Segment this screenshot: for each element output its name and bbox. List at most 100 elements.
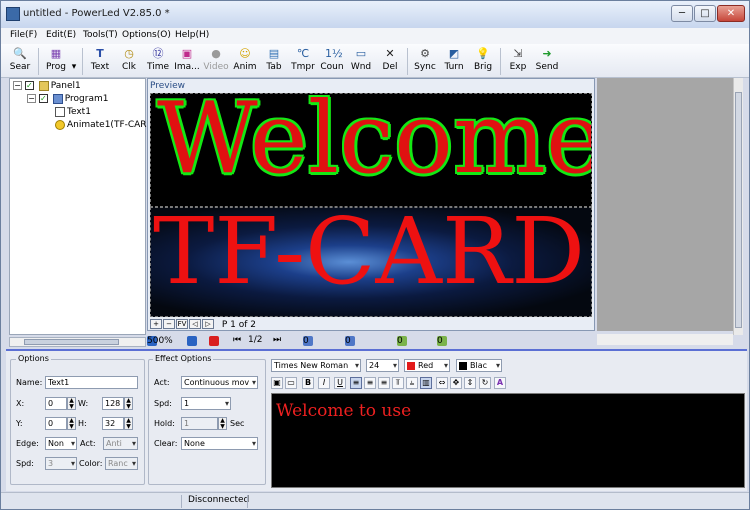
- menu-tools[interactable]: Tools(T): [83, 30, 118, 40]
- open-folder-icon[interactable]: ▭: [285, 377, 297, 389]
- collapse-icon[interactable]: −: [13, 81, 22, 90]
- zoom-out-button[interactable]: −: [163, 319, 175, 329]
- window-button[interactable]: ▭ Wnd: [346, 46, 376, 76]
- temperature-button[interactable]: ℃ Tmpr: [288, 46, 318, 76]
- hold-stepper[interactable]: ▲ ▼: [218, 417, 227, 430]
- clear-select[interactable]: None: [181, 437, 258, 450]
- h-stepper[interactable]: ▲ ▼: [124, 417, 133, 430]
- font-color-icon[interactable]: A: [494, 377, 506, 389]
- search-button[interactable]: 🔍 Sear: [5, 46, 35, 76]
- clock-button[interactable]: ◷ Clk: [114, 46, 144, 76]
- effect-action-select[interactable]: Continuous mov: [181, 376, 258, 389]
- align-right-icon[interactable]: ≡: [378, 377, 390, 389]
- text-display-area[interactable]: Welcome t: [150, 93, 592, 207]
- image-button[interactable]: ▣ Ima...: [172, 46, 202, 76]
- preview-vertical-scrollbar[interactable]: [733, 78, 743, 335]
- w-field[interactable]: 128: [102, 397, 124, 410]
- underline-button[interactable]: U: [334, 377, 346, 389]
- h-field[interactable]: 32: [102, 417, 124, 430]
- close-button[interactable]: ✕: [717, 5, 745, 22]
- save-icon[interactable]: ▣: [271, 377, 283, 389]
- menu-help[interactable]: Help(H): [175, 30, 209, 40]
- height-icon[interactable]: ⇕: [464, 377, 476, 389]
- bold-button[interactable]: B: [302, 377, 314, 389]
- time-button[interactable]: ⑫ Time: [143, 46, 173, 76]
- align-center-icon[interactable]: ≡: [364, 377, 376, 389]
- clear-label: Clear:: [154, 439, 178, 448]
- export-button[interactable]: ⇲ Exp: [503, 46, 533, 76]
- background-color-select[interactable]: Blac: [456, 359, 502, 372]
- font-size-select[interactable]: 24: [366, 359, 399, 372]
- valign-top-icon[interactable]: ⫪: [392, 377, 404, 389]
- stop-icon[interactable]: [209, 336, 219, 346]
- tree-node-animate[interactable]: Animate1(TF-CARD: [53, 119, 154, 132]
- last-page-icon[interactable]: ⏭: [273, 335, 281, 345]
- title-bar[interactable]: untitled - PowerLed V2.85.0 * ─ □ ✕: [1, 1, 749, 28]
- sync-button[interactable]: ⚙ Sync: [410, 46, 440, 76]
- time-icon: ⑫: [152, 47, 164, 60]
- tree-node-panel[interactable]: − ✓ Panel1: [13, 80, 81, 93]
- y-stepper[interactable]: ▲ ▼: [67, 417, 76, 430]
- send-button[interactable]: ➜ Send: [532, 46, 562, 76]
- minimize-button[interactable]: ─: [671, 5, 693, 22]
- sync-icon: ⚙: [420, 47, 430, 60]
- w-stepper[interactable]: ▲ ▼: [124, 397, 133, 410]
- menu-options[interactable]: Options(O): [122, 30, 171, 40]
- animation-display-area[interactable]: TF-CARD: [150, 207, 592, 317]
- fit-view-button[interactable]: FV: [176, 319, 188, 329]
- name-field[interactable]: Text1: [45, 376, 138, 389]
- effect-speed-select[interactable]: 1: [181, 397, 231, 410]
- table-button[interactable]: ▤ Tab: [259, 46, 289, 76]
- tree-node-text[interactable]: Text1: [53, 106, 91, 119]
- edge-speed-select[interactable]: 3: [45, 457, 77, 470]
- delete-button[interactable]: ✕ Del: [375, 46, 405, 76]
- font-family-select[interactable]: Times New Roman: [271, 359, 361, 372]
- program-button[interactable]: ▦ Prog: [41, 46, 71, 76]
- counter-button[interactable]: 1½ Coun: [317, 46, 347, 76]
- animation-button[interactable]: ☺ Anim: [230, 46, 260, 76]
- program-checkbox[interactable]: ✓: [38, 94, 48, 103]
- name-label: Name:: [16, 378, 43, 387]
- edge-color-select[interactable]: Ranc: [105, 457, 138, 470]
- maximize-button[interactable]: □: [694, 5, 716, 22]
- program-dropdown[interactable]: ▾: [69, 46, 79, 76]
- scrollbar-thumb[interactable]: [735, 92, 742, 328]
- hold-field[interactable]: 1: [181, 417, 218, 430]
- text-editor[interactable]: Welcome to use: [271, 393, 745, 488]
- x-stepper[interactable]: ▲ ▼: [67, 397, 76, 410]
- turn-icon: ◩: [448, 47, 460, 60]
- black-swatch-icon: [459, 362, 467, 370]
- first-page-icon[interactable]: ⏮: [233, 335, 241, 345]
- toolbar-separator: [82, 48, 83, 75]
- search-icon: 🔍: [13, 47, 27, 60]
- zoom-out-icon[interactable]: [187, 336, 197, 346]
- rotate-icon[interactable]: ↻: [479, 377, 491, 389]
- tree-node-program[interactable]: − ✓ Program1: [27, 93, 108, 106]
- align-left-icon[interactable]: ≡: [350, 377, 362, 389]
- y-field[interactable]: 0: [45, 417, 67, 430]
- previous-page-button[interactable]: ◁: [189, 319, 201, 329]
- menu-edit[interactable]: Edit(E): [46, 30, 76, 40]
- brightness-button[interactable]: 💡 Brig: [468, 46, 498, 76]
- video-button[interactable]: ● Video: [201, 46, 231, 76]
- edge-action-select[interactable]: Anti: [103, 437, 138, 450]
- collapse-icon[interactable]: −: [27, 94, 36, 103]
- scrollbar-thumb[interactable]: [24, 339, 119, 345]
- spacing-icon[interactable]: ▥: [420, 377, 432, 389]
- turn-button[interactable]: ◩ Turn: [439, 46, 469, 76]
- menu-file[interactable]: File(F): [10, 30, 37, 40]
- text-button[interactable]: T Text: [85, 46, 115, 76]
- tree-horizontal-scrollbar[interactable]: [9, 337, 146, 347]
- move-icon[interactable]: ✥: [450, 377, 462, 389]
- preview-horizontal-scrollbar[interactable]: [597, 334, 733, 345]
- next-page-button[interactable]: ▷: [202, 319, 214, 329]
- panel-checkbox[interactable]: ✓: [24, 81, 34, 90]
- toolbar-separator: [500, 48, 501, 75]
- italic-button[interactable]: I: [318, 377, 330, 389]
- zoom-in-button[interactable]: +: [150, 319, 162, 329]
- edge-select[interactable]: Non: [45, 437, 77, 450]
- width-icon[interactable]: ⇔: [436, 377, 448, 389]
- valign-middle-icon[interactable]: ⫨: [406, 377, 418, 389]
- x-field[interactable]: 0: [45, 397, 67, 410]
- text-color-select[interactable]: Red: [404, 359, 450, 372]
